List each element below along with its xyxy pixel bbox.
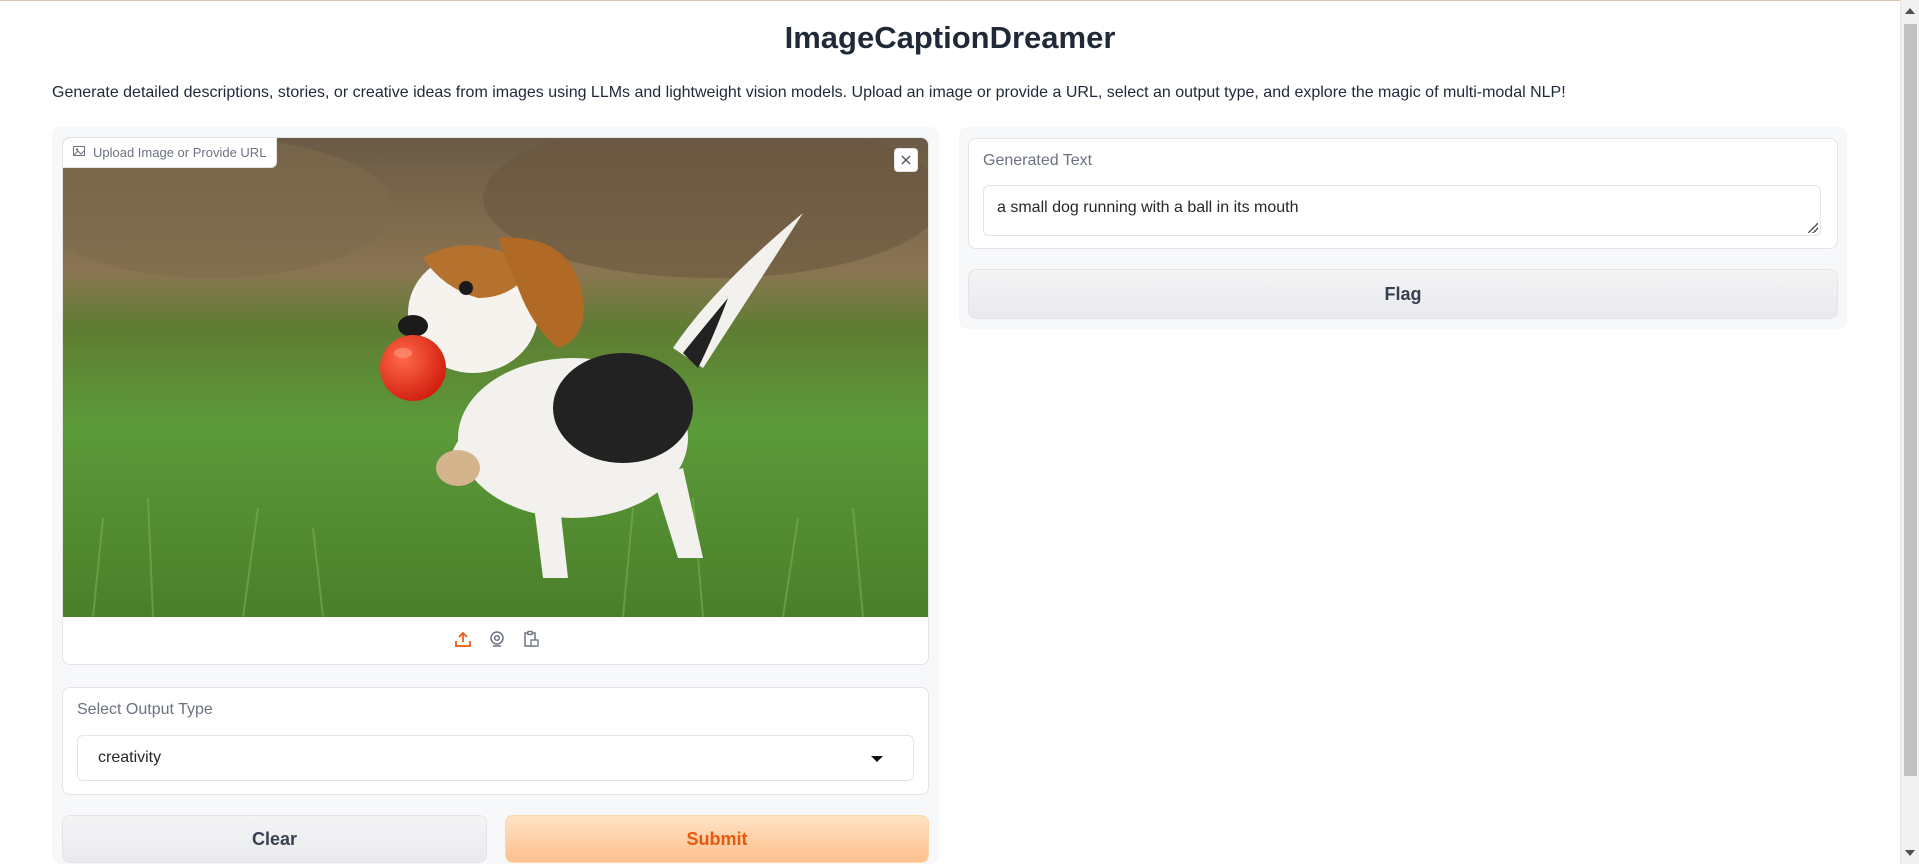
input-panel: Upload Image or Provide URL Select Outpu…	[52, 127, 939, 864]
page-description: Generate detailed descriptions, stories,…	[52, 84, 1566, 101]
clipboard-icon	[522, 630, 540, 653]
image-input[interactable]: Upload Image or Provide URL	[62, 137, 929, 665]
output-panel: Generated Text a small dog running with …	[959, 127, 1847, 329]
scroll-down-icon[interactable]	[1905, 850, 1915, 856]
webcam-icon	[488, 630, 506, 653]
page-title: ImageCaptionDreamer	[784, 20, 1116, 55]
scroll-up-icon[interactable]	[1905, 8, 1915, 14]
close-icon	[901, 152, 911, 168]
generated-text-field[interactable]: a small dog running with a ball in its m…	[983, 185, 1821, 236]
output-type-dropdown[interactable]: creativity	[77, 735, 914, 781]
resize-handle-icon[interactable]	[1808, 223, 1818, 233]
image-input-label: Upload Image or Provide URL	[63, 138, 278, 168]
upload-source-button[interactable]	[453, 631, 473, 651]
top-border	[0, 0, 1900, 1]
page-scrollbar[interactable]	[1900, 0, 1919, 864]
webcam-source-button[interactable]	[487, 630, 507, 653]
uploaded-image[interactable]	[63, 138, 928, 617]
output-type-block: Select Output Type creativity	[62, 687, 929, 795]
submit-button[interactable]: Submit	[505, 815, 929, 863]
image-icon	[73, 145, 85, 160]
generated-text-block: Generated Text a small dog running with …	[968, 138, 1838, 249]
image-input-label-text: Upload Image or Provide URL	[93, 145, 267, 160]
upload-icon	[454, 630, 472, 653]
generated-text-value: a small dog running with a ball in its m…	[997, 199, 1299, 216]
scrollbar-thumb[interactable]	[1904, 24, 1917, 776]
remove-image-button[interactable]	[894, 148, 918, 172]
chevron-down-icon	[871, 756, 883, 762]
flag-button[interactable]: Flag	[968, 269, 1838, 319]
output-type-value: creativity	[98, 749, 162, 766]
clipboard-source-button[interactable]	[521, 630, 541, 653]
generated-text-label: Generated Text	[983, 152, 1093, 169]
clear-button[interactable]: Clear	[62, 815, 487, 863]
image-source-bar	[63, 617, 928, 664]
output-type-label: Select Output Type	[77, 701, 213, 718]
dog-photo	[63, 138, 928, 617]
